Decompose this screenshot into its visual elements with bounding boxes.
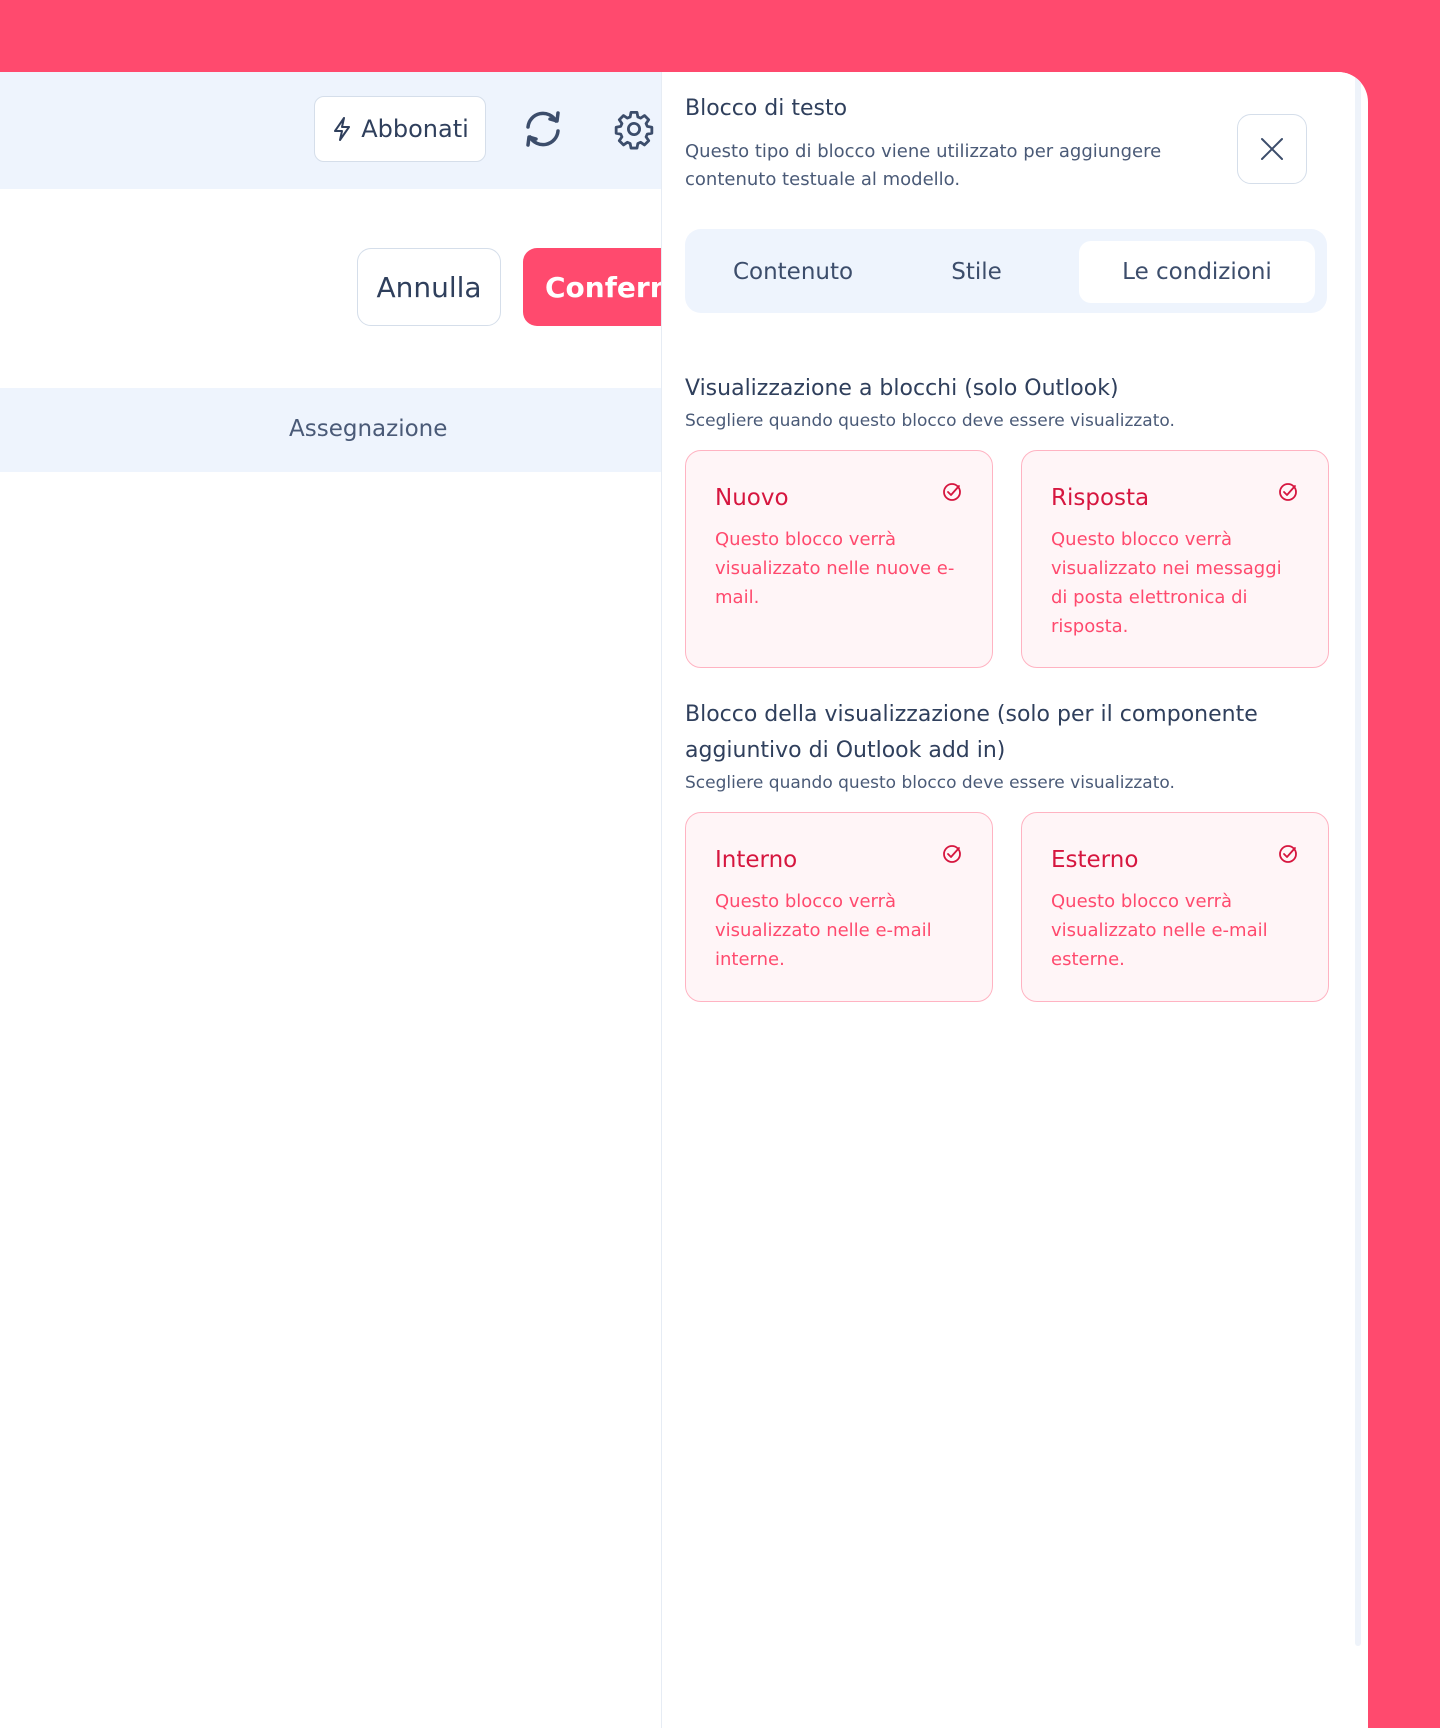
section-title: Blocco della visualizzazione (solo per i…	[685, 702, 1258, 763]
tab-label: Contenuto	[732, 259, 854, 285]
lightning-icon	[334, 117, 351, 141]
card-description: Questo blocco verrà visualizzato nei mes…	[1051, 529, 1282, 637]
option-card-new[interactable]: Nuovo Questo blocco verrà visualizzato n…	[685, 450, 993, 668]
section-subtitle: Scegliere quando questo blocco deve esse…	[685, 411, 1175, 431]
gear-icon	[614, 110, 654, 150]
confirm-label: Conferm	[545, 270, 679, 304]
card-title: Esterno	[1051, 847, 1139, 873]
subscribe-label: Abbonati	[361, 115, 469, 143]
close-icon	[1261, 138, 1283, 160]
panel-tabs: Contenuto Stile Le condizioni	[685, 229, 1327, 313]
settings-button[interactable]	[609, 104, 659, 154]
panel-description: Questo tipo di blocco viene utilizzato p…	[685, 141, 1162, 190]
section-title: Visualizzazione a blocchi (solo Outlook)	[685, 376, 1119, 401]
section-subtitle: Scegliere quando questo blocco deve esse…	[685, 773, 1175, 793]
card-title: Interno	[715, 847, 798, 873]
refresh-icon	[526, 111, 560, 147]
tab-label: Stile	[951, 259, 1002, 285]
check-circle-icon	[943, 483, 961, 501]
tab-conditions[interactable]: Le condizioni	[1079, 241, 1315, 303]
check-circle-icon	[943, 845, 961, 863]
cancel-label: Annulla	[376, 270, 482, 304]
check-circle-icon	[1279, 483, 1297, 501]
option-card-reply[interactable]: Risposta Questo blocco verrà visualizzat…	[1021, 450, 1329, 668]
table-header: Assegnazione	[0, 388, 662, 472]
tab-content[interactable]: Contenuto	[697, 241, 889, 303]
refresh-button[interactable]	[518, 104, 568, 154]
confirm-button[interactable]: Conferm	[523, 248, 683, 326]
tab-label: Le condizioni	[1122, 259, 1272, 285]
card-title: Risposta	[1051, 485, 1150, 511]
subscribe-button[interactable]: Abbonati	[314, 96, 486, 162]
panel-scrollbar[interactable]	[1355, 72, 1361, 1646]
top-bar: Abbonati	[0, 72, 662, 189]
column-header-assignment: Assegnazione	[289, 416, 448, 442]
card-title: Nuovo	[715, 485, 789, 511]
option-card-internal[interactable]: Interno Questo blocco verrà visualizzato…	[685, 812, 993, 1002]
option-card-external[interactable]: Esterno Questo blocco verrà visualizzato…	[1021, 812, 1329, 1002]
check-circle-icon	[1279, 845, 1297, 863]
close-button[interactable]	[1237, 114, 1307, 184]
app-window: Abbonati Annulla Conferm Assegnazione Bl…	[0, 72, 1368, 1728]
block-settings-panel: Blocco di testo Questo tipo di blocco vi…	[661, 72, 1361, 1728]
cancel-button[interactable]: Annulla	[357, 248, 501, 326]
panel-title: Blocco di testo	[685, 96, 848, 121]
card-description: Questo blocco verrà visualizzato nelle e…	[1051, 891, 1268, 970]
card-description: Questo blocco verrà visualizzato nelle n…	[715, 529, 955, 608]
tab-style[interactable]: Stile	[889, 241, 1064, 303]
card-description: Questo blocco verrà visualizzato nelle e…	[715, 891, 932, 970]
